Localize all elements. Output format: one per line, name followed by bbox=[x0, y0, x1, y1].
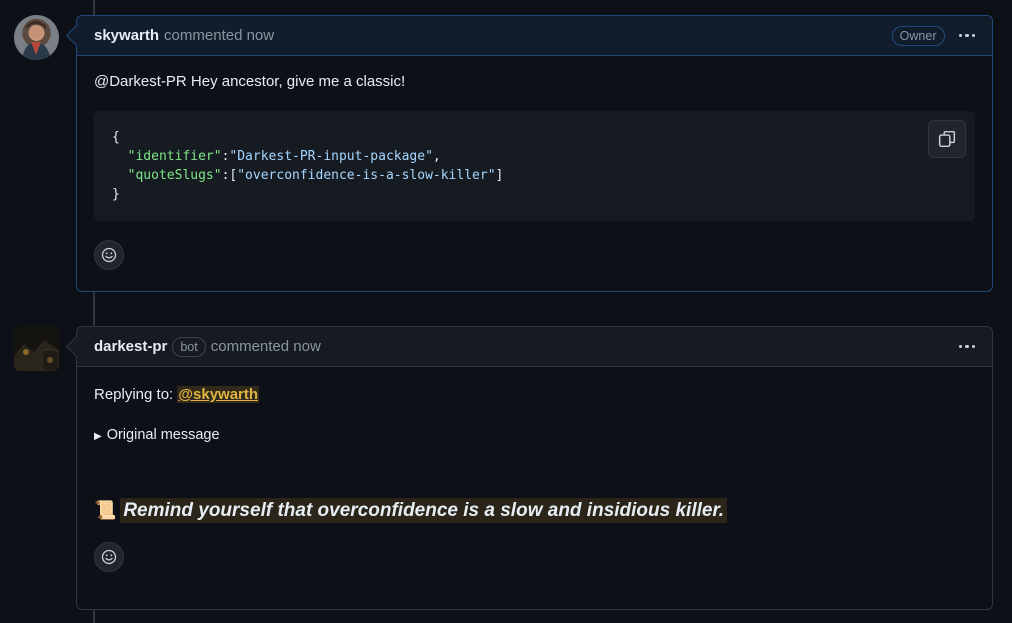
comment-darkest-pr: darkest-pr bot commented now Replying to… bbox=[65, 326, 993, 610]
bot-badge: bot bbox=[172, 336, 206, 357]
original-message-details[interactable]: ▶ Original message bbox=[94, 427, 975, 443]
copy-icon bbox=[938, 130, 956, 148]
disclosure-triangle-icon: ▶ bbox=[94, 431, 102, 442]
copy-button[interactable] bbox=[928, 120, 966, 158]
avatar-image bbox=[22, 21, 51, 60]
details-summary: Original message bbox=[106, 427, 220, 443]
comment-timestamp[interactable]: commented now bbox=[211, 338, 321, 355]
comment-header: darkest-pr bot commented now bbox=[65, 327, 992, 367]
reply-line: Replying to: @skywarth bbox=[94, 386, 975, 403]
avatar-skywarth[interactable] bbox=[14, 15, 59, 60]
comment-header: skywarth commented now Owner bbox=[65, 16, 992, 56]
scroll-icon: 📜 bbox=[94, 500, 117, 520]
comment-body: Replying to: @skywarth ▶ Original message… bbox=[77, 367, 992, 589]
mention-link[interactable]: @skywarth bbox=[177, 386, 260, 403]
comment-skywarth: skywarth commented now Owner @Darkest-PR… bbox=[65, 15, 993, 292]
comment-timestamp[interactable]: commented now bbox=[164, 27, 274, 44]
reaction-row bbox=[94, 542, 975, 572]
reaction-row bbox=[94, 240, 975, 270]
kebab-icon[interactable] bbox=[958, 33, 975, 38]
add-reaction-button[interactable] bbox=[94, 542, 124, 572]
code-block: { "identifier":"Darkest-PR-input-package… bbox=[94, 111, 975, 221]
avatar-darkest-pr[interactable] bbox=[14, 326, 59, 371]
comment-caret bbox=[65, 24, 88, 47]
comment-text: @Darkest-PR Hey ancestor, give me a clas… bbox=[94, 73, 406, 90]
code-line-3: "quoteSlugs":["overconfidence-is-a-slow-… bbox=[127, 168, 504, 183]
add-reaction-button[interactable] bbox=[94, 240, 124, 270]
author-link[interactable]: skywarth bbox=[94, 27, 159, 44]
kebab-icon[interactable] bbox=[958, 344, 975, 349]
code-line-2: "identifier":"Darkest-PR-input-package", bbox=[127, 149, 441, 164]
code-line-4: } bbox=[112, 187, 120, 202]
comment-body: @Darkest-PR Hey ancestor, give me a clas… bbox=[77, 56, 992, 287]
author-link[interactable]: darkest-pr bbox=[94, 338, 167, 355]
reply-prefix: Replying to: bbox=[94, 386, 178, 403]
quote-line: 📜 Remind yourself that overconfidence is… bbox=[94, 498, 975, 523]
quote-text: Remind yourself that overconfidence is a… bbox=[120, 498, 728, 523]
smiley-icon bbox=[101, 247, 117, 263]
comment-caret bbox=[65, 335, 88, 358]
smiley-icon bbox=[101, 549, 117, 565]
avatar-image bbox=[14, 326, 59, 371]
owner-badge: Owner bbox=[891, 25, 945, 46]
code-line-1: { bbox=[112, 130, 120, 145]
